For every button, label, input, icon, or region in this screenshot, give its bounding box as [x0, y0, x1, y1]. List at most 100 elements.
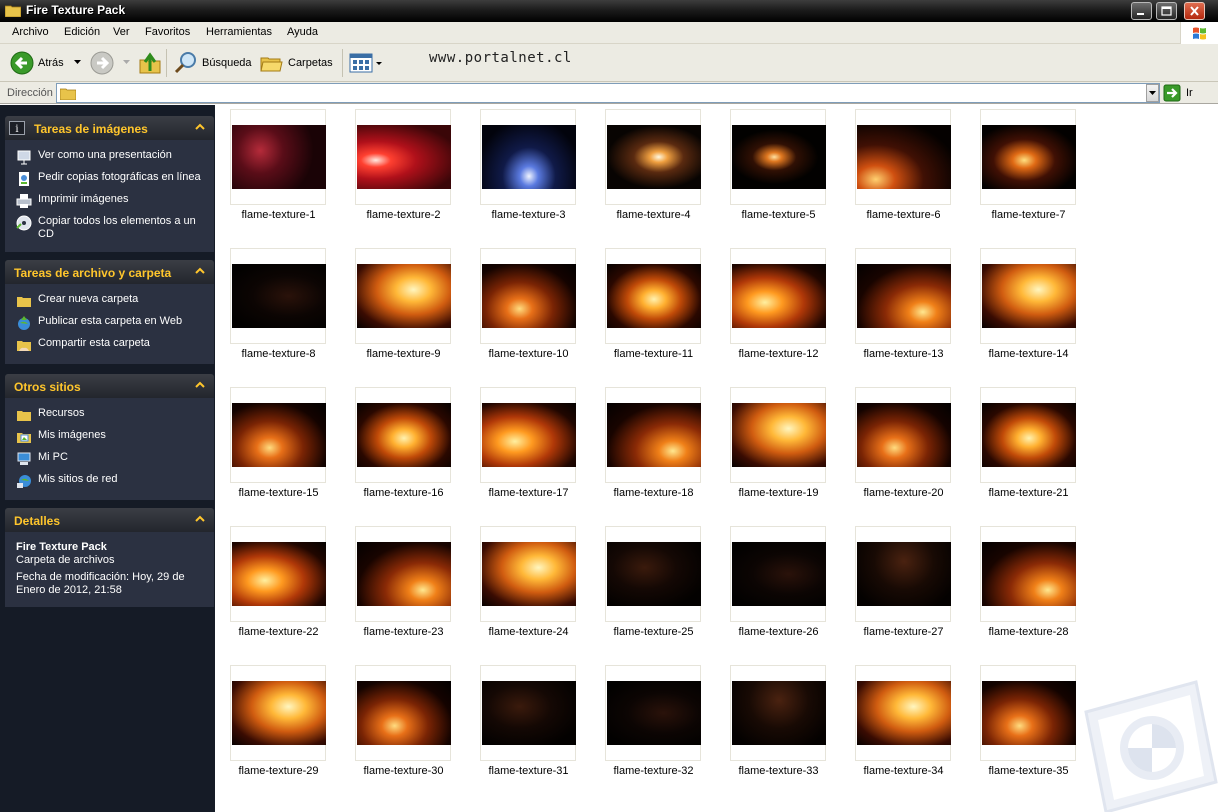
- thumbnail-18[interactable]: [605, 387, 701, 483]
- thumbnail-35[interactable]: [980, 665, 1076, 761]
- thumbnail-32[interactable]: [605, 665, 701, 761]
- file-name-label[interactable]: flame-texture-24: [466, 626, 591, 638]
- menu-ayuda[interactable]: Ayuda: [287, 26, 318, 38]
- menu-favoritos[interactable]: Favoritos: [145, 26, 190, 38]
- thumbnail-33[interactable]: [730, 665, 826, 761]
- close-button[interactable]: [1184, 2, 1205, 20]
- file-name-label[interactable]: flame-texture-14: [966, 348, 1091, 360]
- file-name-label[interactable]: flame-texture-23: [341, 626, 466, 638]
- file-name-label[interactable]: flame-texture-35: [966, 765, 1091, 777]
- thumbnail-30[interactable]: [355, 665, 451, 761]
- place-network[interactable]: Mis sitios de red: [5, 470, 214, 492]
- task-slideshow[interactable]: Ver como una presentación: [5, 146, 214, 168]
- task-order-prints[interactable]: Pedir copias fotográficas en línea: [5, 168, 214, 190]
- back-dropdown-icon[interactable]: [74, 60, 81, 65]
- thumbnail-17[interactable]: [480, 387, 576, 483]
- file-name-label[interactable]: flame-texture-20: [841, 487, 966, 499]
- file-name-label[interactable]: flame-texture-34: [841, 765, 966, 777]
- thumbnail-15[interactable]: [230, 387, 326, 483]
- file-name-label[interactable]: flame-texture-1: [216, 209, 341, 221]
- thumbnail-20[interactable]: [855, 387, 951, 483]
- collapse-chevron-icon[interactable]: [194, 513, 206, 525]
- forward-dropdown-icon[interactable]: [123, 60, 130, 65]
- thumbnail-28[interactable]: [980, 526, 1076, 622]
- thumbnail-12[interactable]: [730, 248, 826, 344]
- go-button[interactable]: Ir: [1163, 83, 1218, 103]
- thumbnail-2[interactable]: [355, 109, 451, 205]
- file-name-label[interactable]: flame-texture-31: [466, 765, 591, 777]
- collapse-chevron-icon[interactable]: [194, 265, 206, 277]
- title-bar[interactable]: Fire Texture Pack: [0, 0, 1218, 22]
- file-name-label[interactable]: flame-texture-19: [716, 487, 841, 499]
- thumbnail-34[interactable]: [855, 665, 951, 761]
- minimize-button[interactable]: [1131, 2, 1152, 20]
- thumbnail-7[interactable]: [980, 109, 1076, 205]
- file-name-label[interactable]: flame-texture-29: [216, 765, 341, 777]
- file-name-label[interactable]: flame-texture-15: [216, 487, 341, 499]
- thumbnail-19[interactable]: [730, 387, 826, 483]
- thumbnail-14[interactable]: [980, 248, 1076, 344]
- collapse-chevron-icon[interactable]: [194, 121, 206, 133]
- thumbnail-6[interactable]: [855, 109, 951, 205]
- file-name-label[interactable]: flame-texture-18: [591, 487, 716, 499]
- thumbnail-9[interactable]: [355, 248, 451, 344]
- file-name-label[interactable]: flame-texture-2: [341, 209, 466, 221]
- thumbnail-5[interactable]: [730, 109, 826, 205]
- menu-herramientas[interactable]: Herramientas: [206, 26, 272, 38]
- thumbnail-8[interactable]: [230, 248, 326, 344]
- file-name-label[interactable]: flame-texture-33: [716, 765, 841, 777]
- thumbnail-24[interactable]: [480, 526, 576, 622]
- file-name-label[interactable]: flame-texture-4: [591, 209, 716, 221]
- menu-ver[interactable]: Ver: [113, 26, 130, 38]
- file-name-label[interactable]: flame-texture-6: [841, 209, 966, 221]
- collapse-chevron-icon[interactable]: [194, 379, 206, 391]
- task-copy-to-cd[interactable]: Copiar todos los elementos a un CD: [5, 212, 214, 244]
- file-name-label[interactable]: flame-texture-22: [216, 626, 341, 638]
- thumbnail-13[interactable]: [855, 248, 951, 344]
- file-name-label[interactable]: flame-texture-12: [716, 348, 841, 360]
- menu-archivo[interactable]: Archivo: [12, 26, 49, 38]
- file-view[interactable]: flame-texture-1 flame-texture-2 flame-text…: [215, 105, 1218, 812]
- details-header[interactable]: Detalles: [5, 508, 214, 532]
- thumbnail-22[interactable]: [230, 526, 326, 622]
- file-name-label[interactable]: flame-texture-3: [466, 209, 591, 221]
- back-button[interactable]: Atrás: [10, 48, 64, 78]
- file-name-label[interactable]: flame-texture-11: [591, 348, 716, 360]
- thumbnail-10[interactable]: [480, 248, 576, 344]
- file-name-label[interactable]: flame-texture-9: [341, 348, 466, 360]
- views-button[interactable]: [349, 48, 383, 78]
- file-name-label[interactable]: flame-texture-32: [591, 765, 716, 777]
- image-tasks-header[interactable]: i Tareas de imágenes: [5, 116, 214, 140]
- task-publish-web[interactable]: Publicar esta carpeta en Web: [5, 312, 214, 334]
- file-name-label[interactable]: flame-texture-13: [841, 348, 966, 360]
- address-dropdown-button[interactable]: [1146, 84, 1159, 102]
- file-name-label[interactable]: flame-texture-27: [841, 626, 966, 638]
- file-name-label[interactable]: flame-texture-25: [591, 626, 716, 638]
- thumbnail-26[interactable]: [730, 526, 826, 622]
- thumbnail-4[interactable]: [605, 109, 701, 205]
- task-new-folder[interactable]: Crear nueva carpeta: [5, 290, 214, 312]
- file-name-label[interactable]: flame-texture-17: [466, 487, 591, 499]
- thumbnail-27[interactable]: [855, 526, 951, 622]
- thumbnail-29[interactable]: [230, 665, 326, 761]
- file-name-label[interactable]: flame-texture-21: [966, 487, 1091, 499]
- task-share-folder[interactable]: Compartir esta carpeta: [5, 334, 214, 356]
- file-name-label[interactable]: flame-texture-7: [966, 209, 1091, 221]
- file-name-label[interactable]: flame-texture-28: [966, 626, 1091, 638]
- menu-edicion[interactable]: Edición: [64, 26, 100, 38]
- thumbnail-11[interactable]: [605, 248, 701, 344]
- file-name-label[interactable]: flame-texture-10: [466, 348, 591, 360]
- address-input[interactable]: [56, 83, 1160, 103]
- file-name-label[interactable]: flame-texture-30: [341, 765, 466, 777]
- other-places-header[interactable]: Otros sitios: [5, 374, 214, 398]
- file-name-label[interactable]: flame-texture-8: [216, 348, 341, 360]
- task-print-images[interactable]: Imprimir imágenes: [5, 190, 214, 212]
- thumbnail-25[interactable]: [605, 526, 701, 622]
- thumbnail-16[interactable]: [355, 387, 451, 483]
- search-button[interactable]: Búsqueda: [174, 48, 252, 78]
- thumbnail-3[interactable]: [480, 109, 576, 205]
- up-folder-button[interactable]: [139, 48, 161, 78]
- file-name-label[interactable]: flame-texture-16: [341, 487, 466, 499]
- file-tasks-header[interactable]: Tareas de archivo y carpeta: [5, 260, 214, 284]
- place-my-pictures[interactable]: Mis imágenes: [5, 426, 214, 448]
